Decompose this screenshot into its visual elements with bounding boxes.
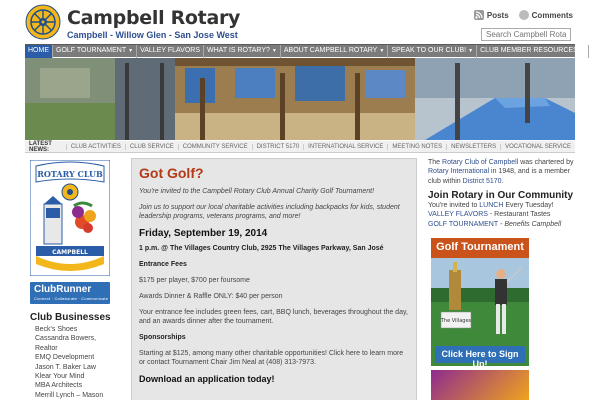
nav-item-label: VALLEY FLAVORS	[140, 47, 201, 54]
golf-ad-sign-text: The Villages	[440, 318, 472, 324]
about-text: .	[501, 177, 504, 185]
rotary-international-link[interactable]: Rotary International	[428, 168, 489, 175]
clubrunner-tagline: Connect · Collaborate · Communicate	[34, 296, 109, 301]
latest-news-label: LATEST NEWS:	[29, 140, 52, 153]
badge-title-text: ROTARY CLUB	[37, 169, 103, 179]
news-link-vocational-service[interactable]: VOCATIONAL SERVICE	[500, 143, 575, 150]
comments-feed-link[interactable]: Comments	[518, 10, 573, 20]
rotary-club-link[interactable]: Rotary Club of Campbell	[442, 159, 518, 166]
about-club-text: The Rotary Club of Campbell was chartere…	[428, 158, 575, 186]
nav-item-home[interactable]: HOME	[25, 45, 53, 58]
join-rotary-heading: Join Rotary in Our Community	[428, 189, 574, 201]
comment-bubble-icon	[518, 10, 529, 20]
site-tagline: Campbell - Willow Glen - San Jose West	[67, 30, 238, 40]
search-input[interactable]	[481, 28, 571, 41]
lunch-link[interactable]: LUNCH	[479, 202, 503, 209]
news-link-meeting-notes[interactable]: MEETING NOTES	[387, 143, 446, 150]
golf-tournament-ad[interactable]: The Villages Golf Tournament Click Here …	[431, 238, 529, 366]
playground-banner-image	[25, 58, 575, 140]
golf-tournament-link[interactable]: GOLF TOURNAMENT	[428, 221, 498, 228]
news-link-club-activities[interactable]: CLUB ACTIVITIES	[65, 143, 125, 150]
clubrunner-badge-button[interactable]: ClubRunner Connect · Collaborate · Commu…	[30, 282, 110, 304]
chevron-down-icon: ▼	[271, 48, 277, 54]
join-text: - Benefits Campbell	[498, 220, 562, 228]
sponsorships-text: Starting at $125, among many other chari…	[139, 350, 404, 366]
posts-feed-label: Posts	[486, 10, 509, 20]
nav-item-valley-flavors[interactable]: VALLEY FLAVORS	[137, 45, 205, 58]
nav-item-club-member-resources[interactable]: CLUB MEMBER RESOURCES ▼	[477, 45, 589, 58]
main-content: Got Golf? You're invited to the Campbell…	[131, 158, 417, 400]
right-sidebar: The Rotary Club of Campbell was chartere…	[428, 158, 575, 400]
rotary-wheel-logo-icon[interactable]	[25, 4, 61, 40]
nav-item-golf-tournament[interactable]: GOLF TOURNAMENT ▼	[53, 45, 138, 58]
valley-flavors-link[interactable]: VALLEY FLAVORS	[428, 211, 488, 218]
business-link[interactable]: Beck's Shoes	[35, 325, 125, 334]
posts-feed-link[interactable]: Posts	[473, 10, 509, 20]
fees-heading: Entrance Fees	[139, 261, 187, 268]
business-link[interactable]: MBA Architects	[35, 381, 125, 390]
post-intro: You're invited to the Campbell Rotary Cl…	[139, 188, 375, 195]
fees-text: $175 per player, $700 per foursome	[139, 277, 250, 284]
valley-flavors-ad-image[interactable]	[431, 370, 529, 400]
nav-item-label: ABOUT CAMPBELL ROTARY	[283, 47, 378, 54]
business-link[interactable]: EMQ Development	[35, 353, 125, 362]
chevron-down-icon: ▼	[128, 48, 134, 54]
news-link-district-5170[interactable]: DISTRICT 5170	[251, 143, 304, 150]
rotary-club-campbell-badge-image[interactable]: ROTARY CLUB CAMPBELL	[30, 160, 110, 276]
nav-item-label: SPEAK TO OUR CLUB!	[391, 47, 467, 54]
site-header: Campbell Rotary Campbell - Willow Glen -…	[25, 4, 575, 44]
sponsorships-heading: Sponsorships	[139, 334, 186, 341]
chevron-down-icon: ▼	[468, 48, 474, 54]
feed-links: Posts Comments	[473, 10, 573, 20]
nav-item-label: WHAT IS ROTARY?	[207, 47, 270, 54]
post-title[interactable]: Got Golf?	[139, 165, 409, 181]
news-link-international-service[interactable]: INTERNATIONAL SERVICE	[303, 143, 387, 150]
chevron-down-icon: ▼	[579, 48, 585, 54]
fee-description: Your entrance fee includes green fees, c…	[139, 309, 408, 325]
club-businesses-list: Beck's Shoes Cassandra Bowers, Realtor E…	[35, 325, 125, 400]
business-link[interactable]: Realtor	[35, 344, 125, 353]
business-link[interactable]: Cassandra Bowers,	[35, 334, 125, 343]
left-sidebar: ROTARY CLUB CAMPBELL ClubRunner Connect …	[25, 158, 125, 400]
news-link-newsletters[interactable]: NEWSLETTERS	[446, 143, 500, 150]
nav-item-about-campbell-rotary[interactable]: ABOUT CAMPBELL ROTARY ▼	[281, 45, 389, 58]
business-link[interactable]: Jason T. Baker Law	[35, 363, 125, 372]
post-intro-support: Join us to support our local charitable …	[139, 204, 400, 220]
business-link[interactable]: Klear Your Mind	[35, 372, 125, 381]
nav-item-label: GOLF TOURNAMENT	[56, 47, 127, 54]
nav-item-what-is-rotary[interactable]: WHAT IS ROTARY? ▼	[204, 45, 281, 58]
about-text: The	[428, 159, 443, 166]
business-link[interactable]: Merrill Lynch – Mason	[35, 391, 125, 400]
site-title[interactable]: Campbell Rotary	[67, 7, 240, 29]
badge-city-text: CAMPBELL	[52, 249, 88, 256]
chevron-down-icon: ▼	[379, 48, 385, 54]
main-nav: HOME GOLF TOURNAMENT ▼ VALLEY FLAVORS WHA…	[25, 44, 589, 58]
sign-up-button[interactable]: Click Here to Sign Up!	[435, 346, 525, 366]
rss-icon	[473, 10, 484, 20]
join-item-valley-flavors: VALLEY FLAVORS - Restaurant Tastes	[428, 210, 575, 220]
news-link-club-service[interactable]: CLUB SERVICE	[124, 143, 178, 150]
club-businesses-heading: Club Businesses	[30, 312, 111, 323]
clubrunner-name: ClubRunner	[34, 284, 92, 295]
dinner-text: Awards Dinner & Raffle ONLY: $40 per per…	[139, 293, 283, 300]
latest-news-bar: LATEST NEWS: CLUB ACTIVITIES CLUB SERVIC…	[25, 141, 575, 153]
about-text: was chartered by	[518, 159, 574, 166]
nav-item-label: CLUB MEMBER RESOURCES	[480, 47, 578, 54]
nav-item-label: HOME	[28, 47, 49, 54]
golf-ad-title: Golf Tournament	[431, 238, 529, 258]
join-text: Every Tuesday!	[503, 201, 554, 209]
join-item-lunch: You're invited to LUNCH Every Tuesday!	[428, 201, 575, 211]
join-text: You're invited to	[428, 201, 480, 209]
join-item-golf: GOLF TOURNAMENT - Benefits Campbell	[428, 220, 575, 230]
join-text: - Restaurant Tastes	[487, 211, 551, 219]
district-link[interactable]: District 5170	[463, 178, 502, 185]
download-application-link[interactable]: Download an application today!	[139, 374, 409, 384]
comments-feed-label: Comments	[531, 10, 573, 20]
news-link-community-service[interactable]: COMMUNITY SERVICE	[177, 143, 252, 150]
nav-item-speak-to-our-club[interactable]: SPEAK TO OUR CLUB! ▼	[388, 45, 478, 58]
event-venue: 1 p.m. @ The Villages Country Club, 2925…	[139, 245, 384, 252]
event-date: Friday, September 19, 2014	[139, 228, 268, 239]
